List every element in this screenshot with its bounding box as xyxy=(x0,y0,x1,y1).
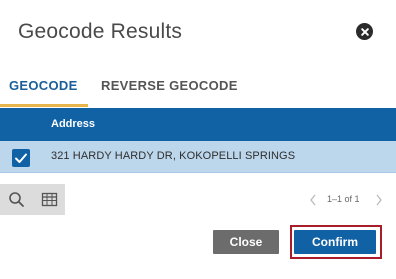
tab-reverse-geocode[interactable]: REVERSE GEOCODE xyxy=(101,78,238,93)
chevron-right-icon xyxy=(376,194,382,206)
next-page-button[interactable] xyxy=(374,192,384,208)
table-toolbar xyxy=(0,184,65,215)
previous-page-button[interactable] xyxy=(308,192,318,208)
row-address: 321 HARDY HARDY DR, KOKOPELLI SPRINGS xyxy=(51,150,296,162)
search-button[interactable] xyxy=(0,184,32,215)
active-tab-indicator xyxy=(0,104,88,107)
dialog-header: Geocode Results xyxy=(0,0,396,64)
tab-bar: GEOCODE REVERSE GEOCODE xyxy=(0,68,396,108)
confirm-button[interactable]: Confirm xyxy=(294,230,376,254)
dialog-title: Geocode Results xyxy=(18,20,183,43)
close-button[interactable]: Close xyxy=(213,230,279,254)
column-header-address[interactable]: Address xyxy=(51,118,95,130)
row-checkbox[interactable] xyxy=(12,149,30,167)
pagination: 1–1 of 1 xyxy=(300,192,396,208)
chevron-left-icon xyxy=(310,194,316,206)
table-header: Address xyxy=(0,108,396,141)
table-icon xyxy=(41,192,58,207)
page-range: 1–1 of 1 xyxy=(327,194,360,204)
search-icon xyxy=(9,192,24,207)
tab-geocode[interactable]: GEOCODE xyxy=(9,78,78,93)
checkmark-icon xyxy=(15,153,27,163)
close-circle-icon[interactable] xyxy=(356,23,373,40)
table-view-button[interactable] xyxy=(33,184,65,215)
table-row[interactable]: 321 HARDY HARDY DR, KOKOPELLI SPRINGS xyxy=(0,141,396,173)
